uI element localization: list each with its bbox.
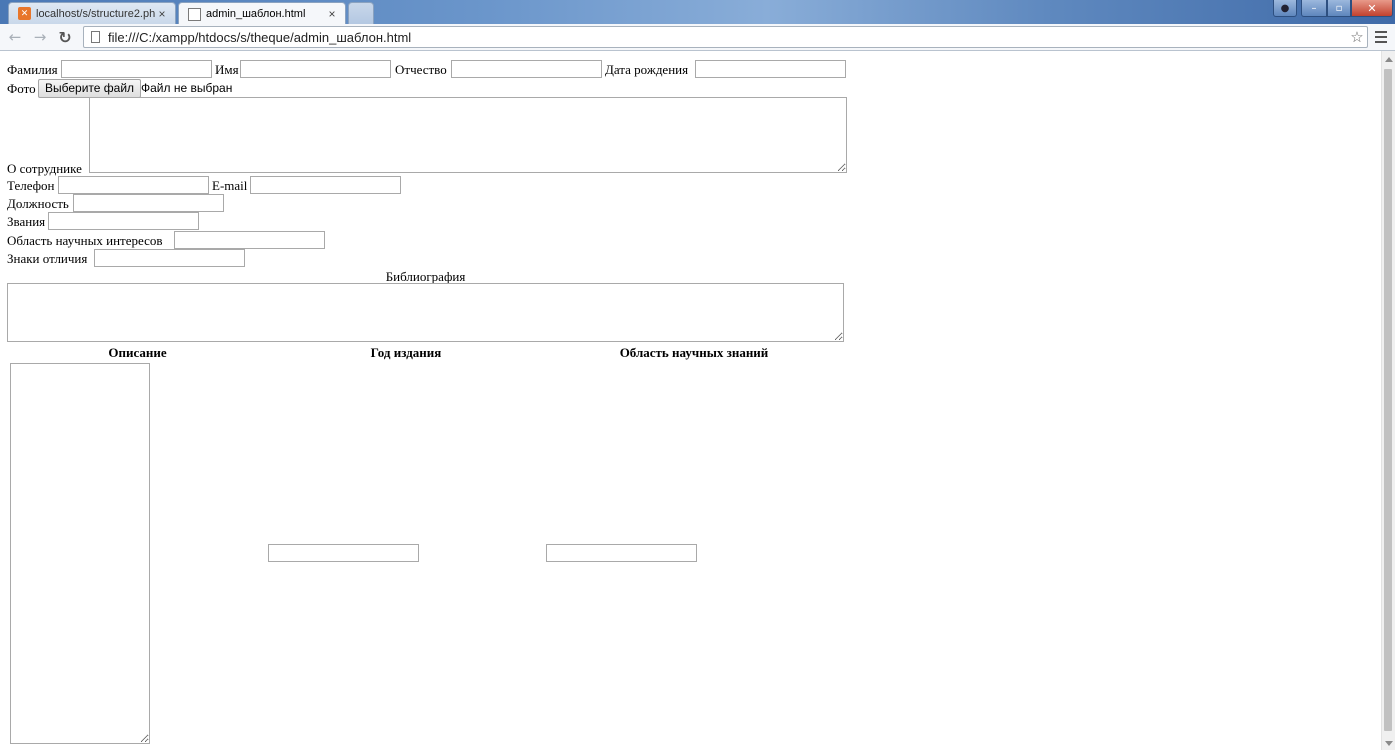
address-bar[interactable]: file:///C:/xampp/htdocs/s/theque/admin_ш…: [83, 26, 1368, 48]
name-input[interactable]: [240, 60, 391, 78]
browser-toolbar: ← → ↻ file:///C:/xampp/htdocs/s/theque/a…: [0, 24, 1395, 51]
menu-icon[interactable]: [1373, 29, 1389, 45]
vertical-scrollbar[interactable]: [1381, 51, 1395, 750]
close-window-button[interactable]: ✕: [1351, 0, 1393, 17]
bibliography-heading: Библиография: [385, 269, 466, 284]
back-arrow-icon[interactable]: ←: [5, 27, 25, 47]
field-header: Область научных знаний: [619, 345, 769, 360]
page-document-icon: [91, 31, 100, 43]
tab-admin-template[interactable]: admin_шаблон.html ×: [178, 2, 346, 25]
phone-label: Телефон: [7, 178, 55, 193]
new-tab-button[interactable]: [348, 2, 374, 24]
document-favicon-icon: [188, 7, 201, 21]
reload-icon[interactable]: ↻: [55, 27, 75, 47]
scrollbar-thumb[interactable]: [1384, 69, 1392, 731]
awards-label: Знаки отличия: [7, 251, 88, 266]
surname-label: Фамилия: [7, 62, 58, 77]
tab-title: localhost/s/structure2.php: [36, 7, 155, 20]
titles-input[interactable]: [48, 212, 199, 230]
about-label: О сотруднике: [7, 161, 82, 176]
title-bar: ✕ localhost/s/structure2.php × admin_шаб…: [0, 0, 1395, 25]
birthdate-label: Дата рождения: [605, 62, 689, 77]
patronymic-label: Отчество: [395, 62, 447, 77]
position-input[interactable]: [73, 194, 224, 212]
xampp-favicon-icon: ✕: [18, 7, 31, 20]
tab-title: admin_шаблон.html: [206, 8, 306, 20]
maximize-button[interactable]: ▫: [1327, 0, 1351, 17]
scroll-down-arrow-icon[interactable]: [1385, 741, 1393, 746]
interests-label: Область научных интересов: [7, 233, 163, 248]
page-content: Фамилия Имя Отчество Дата рождения Фото …: [0, 51, 1381, 750]
photo-label: Фото: [7, 81, 36, 96]
bookmark-star-icon[interactable]: ☆: [1347, 28, 1367, 46]
choose-file-button[interactable]: Выберите файл: [38, 79, 142, 98]
name-label: Имя: [215, 62, 239, 77]
tab-close-icon[interactable]: ×: [325, 7, 339, 21]
tab-close-icon[interactable]: ×: [155, 7, 169, 21]
description-textarea[interactable]: [10, 363, 150, 744]
year-header: Год издания: [370, 345, 442, 360]
email-input[interactable]: [250, 176, 401, 194]
address-url[interactable]: file:///C:/xampp/htdocs/s/theque/admin_ш…: [108, 30, 1347, 45]
field-input[interactable]: [546, 544, 697, 562]
scroll-up-arrow-icon[interactable]: [1385, 57, 1393, 62]
bibliography-textarea[interactable]: [7, 283, 844, 342]
patronymic-input[interactable]: [451, 60, 602, 78]
year-input[interactable]: [268, 544, 419, 562]
interests-input[interactable]: [174, 231, 325, 249]
minimize-button[interactable]: –: [1301, 0, 1327, 17]
awards-input[interactable]: [94, 249, 245, 267]
birthdate-input[interactable]: [695, 60, 846, 78]
description-header: Описание: [108, 345, 167, 360]
forward-arrow-icon[interactable]: →: [30, 27, 50, 47]
email-label: E-mail: [212, 178, 248, 193]
tab-structure2[interactable]: ✕ localhost/s/structure2.php ×: [8, 2, 176, 24]
user-icon[interactable]: ●: [1273, 0, 1297, 17]
position-label: Должность: [7, 196, 69, 211]
titles-label: Звания: [7, 214, 46, 229]
surname-input[interactable]: [61, 60, 212, 78]
phone-input[interactable]: [58, 176, 209, 194]
about-textarea[interactable]: [89, 97, 847, 173]
file-status-text: Файл не выбран: [141, 81, 233, 95]
